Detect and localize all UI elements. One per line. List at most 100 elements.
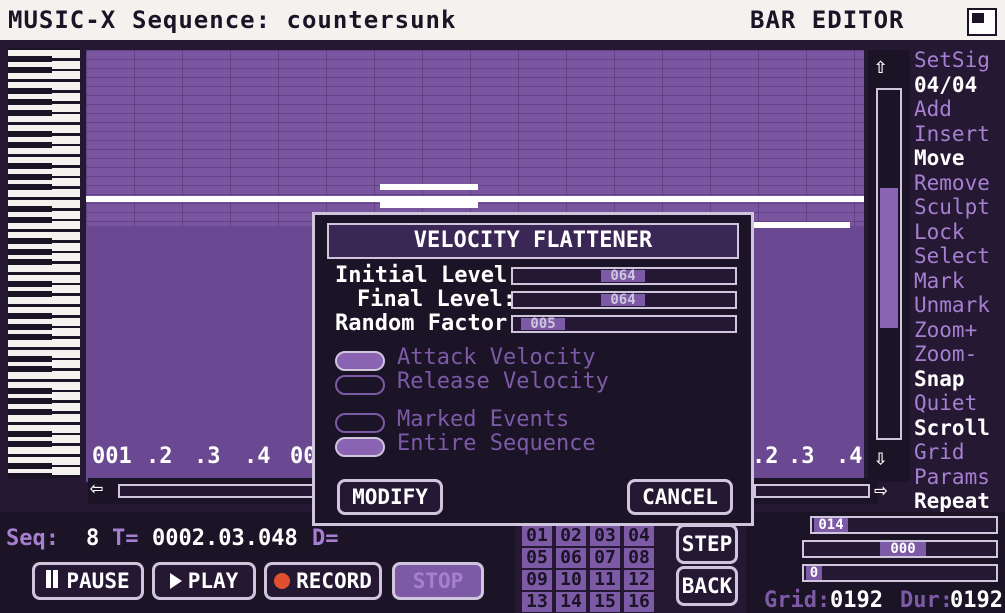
number-button[interactable]: 06 xyxy=(556,548,586,568)
menu-item-unmark[interactable]: Unmark xyxy=(914,293,1005,318)
piano-black-key[interactable] xyxy=(8,280,52,287)
attack-velocity-radio[interactable] xyxy=(335,351,385,371)
number-button[interactable]: 08 xyxy=(624,548,654,568)
ruler-label: .2 xyxy=(752,444,779,469)
number-button[interactable]: 03 xyxy=(590,526,620,546)
piano-keyboard[interactable] xyxy=(8,48,80,480)
piano-black-key[interactable] xyxy=(8,398,52,405)
piano-black-key[interactable] xyxy=(8,430,52,437)
number-button[interactable]: 13 xyxy=(522,592,552,612)
velocity-line xyxy=(380,202,478,208)
stop-button[interactable]: STOP xyxy=(392,562,484,600)
piano-black-key[interactable] xyxy=(8,205,52,212)
step-button[interactable]: STEP xyxy=(676,524,738,564)
piano-black-key[interactable] xyxy=(8,462,52,469)
marked-events-radio[interactable] xyxy=(335,413,385,433)
menu-item-params[interactable]: Params xyxy=(914,465,1005,490)
piano-black-key[interactable] xyxy=(8,248,52,255)
menu-item-mark[interactable]: Mark xyxy=(914,269,1005,294)
menu-item-remove[interactable]: Remove xyxy=(914,171,1005,196)
menu-item-lock[interactable]: Lock xyxy=(914,220,1005,245)
piano-black-key[interactable] xyxy=(8,355,52,362)
number-button[interactable]: 09 xyxy=(522,570,552,590)
horizontal-scroll-track[interactable] xyxy=(754,484,870,498)
depth-gadget-icon[interactable] xyxy=(967,8,997,36)
piano-black-key[interactable] xyxy=(8,216,52,223)
number-button[interactable]: 12 xyxy=(624,570,654,590)
piano-black-key[interactable] xyxy=(8,56,52,62)
piano-black-key[interactable] xyxy=(8,473,52,480)
number-button[interactable]: 07 xyxy=(590,548,620,568)
piano-black-key[interactable] xyxy=(8,387,52,394)
number-button[interactable]: 16 xyxy=(624,592,654,612)
menu-item-setsig[interactable]: SetSig xyxy=(914,48,1005,73)
piano-black-key[interactable] xyxy=(8,88,52,95)
menu-item-sculpt[interactable]: Sculpt xyxy=(914,195,1005,220)
scroll-up-icon[interactable]: ⇧ xyxy=(874,54,887,79)
menu-item-insert[interactable]: Insert xyxy=(914,122,1005,147)
piano-black-key[interactable] xyxy=(8,141,52,148)
parameter-slider[interactable]: 0 xyxy=(802,564,998,582)
piano-black-key[interactable] xyxy=(8,98,52,105)
grid-value: 0192 xyxy=(830,588,883,613)
record-button[interactable]: RECORD xyxy=(264,562,382,600)
menu-item-repeat[interactable]: Repeat xyxy=(914,489,1005,514)
horizontal-scroll-track[interactable] xyxy=(118,484,318,498)
piano-black-key[interactable] xyxy=(8,312,52,319)
piano-black-key[interactable] xyxy=(8,291,52,298)
piano-black-key[interactable] xyxy=(8,184,52,191)
number-button[interactable]: 05 xyxy=(522,548,552,568)
vertical-scroll-thumb[interactable] xyxy=(880,188,898,328)
back-button[interactable]: BACK xyxy=(676,566,738,606)
menu-item-select[interactable]: Select xyxy=(914,244,1005,269)
piano-black-key[interactable] xyxy=(8,409,52,416)
piano-black-key[interactable] xyxy=(8,259,52,266)
seq-label: Seq: xyxy=(6,526,59,551)
menu-item-scroll[interactable]: Scroll xyxy=(914,416,1005,441)
random-factor-field[interactable]: 005 xyxy=(511,315,737,333)
piano-black-key[interactable] xyxy=(8,334,52,341)
final-level-field[interactable]: 064 xyxy=(511,291,737,309)
release-velocity-radio[interactable] xyxy=(335,375,385,395)
menu-item-04-04[interactable]: 04/04 xyxy=(914,73,1005,98)
piano-black-key[interactable] xyxy=(8,130,52,137)
title-bar: MUSIC-X Sequence: countersunk BAR EDITOR xyxy=(0,0,1005,43)
parameter-slider[interactable]: 014 xyxy=(810,516,998,534)
menu-item-zoom[interactable]: Zoom- xyxy=(914,342,1005,367)
piano-black-key[interactable] xyxy=(8,441,52,448)
number-button[interactable]: 02 xyxy=(556,526,586,546)
record-label: RECORD xyxy=(296,569,372,593)
menu-item-grid[interactable]: Grid xyxy=(914,440,1005,465)
piano-black-key[interactable] xyxy=(8,66,52,73)
menu-item-move[interactable]: Move xyxy=(914,146,1005,171)
piano-black-key[interactable] xyxy=(8,173,52,180)
number-button[interactable]: 14 xyxy=(556,592,586,612)
cancel-button[interactable]: CANCEL xyxy=(627,479,733,515)
piano-black-key[interactable] xyxy=(8,366,52,373)
ruler-label: .4 xyxy=(244,444,271,469)
piano-black-key[interactable] xyxy=(8,323,52,330)
piano-black-key[interactable] xyxy=(8,109,52,116)
scroll-right-icon[interactable]: ⇨ xyxy=(874,478,887,503)
random-factor-value: 005 xyxy=(521,317,565,331)
pause-button[interactable]: PAUSE xyxy=(32,562,144,600)
initial-level-field[interactable]: 064 xyxy=(511,267,737,285)
number-button[interactable]: 15 xyxy=(590,592,620,612)
number-button[interactable]: 04 xyxy=(624,526,654,546)
play-icon xyxy=(169,573,182,589)
play-button[interactable]: PLAY xyxy=(152,562,256,600)
parameter-slider[interactable]: 000 xyxy=(802,540,998,558)
number-button[interactable]: 01 xyxy=(522,526,552,546)
menu-item-snap[interactable]: Snap xyxy=(914,367,1005,392)
menu-item-zoom[interactable]: Zoom+ xyxy=(914,318,1005,343)
number-button[interactable]: 10 xyxy=(556,570,586,590)
piano-black-key[interactable] xyxy=(8,237,52,244)
piano-black-key[interactable] xyxy=(8,163,52,169)
scroll-left-icon[interactable]: ⇦ xyxy=(90,476,103,501)
number-button[interactable]: 11 xyxy=(590,570,620,590)
modify-button[interactable]: MODIFY xyxy=(337,479,443,515)
scroll-down-icon[interactable]: ⇩ xyxy=(874,446,887,471)
entire-sequence-radio[interactable] xyxy=(335,437,385,457)
menu-item-quiet[interactable]: Quiet xyxy=(914,391,1005,416)
menu-item-add[interactable]: Add xyxy=(914,97,1005,122)
